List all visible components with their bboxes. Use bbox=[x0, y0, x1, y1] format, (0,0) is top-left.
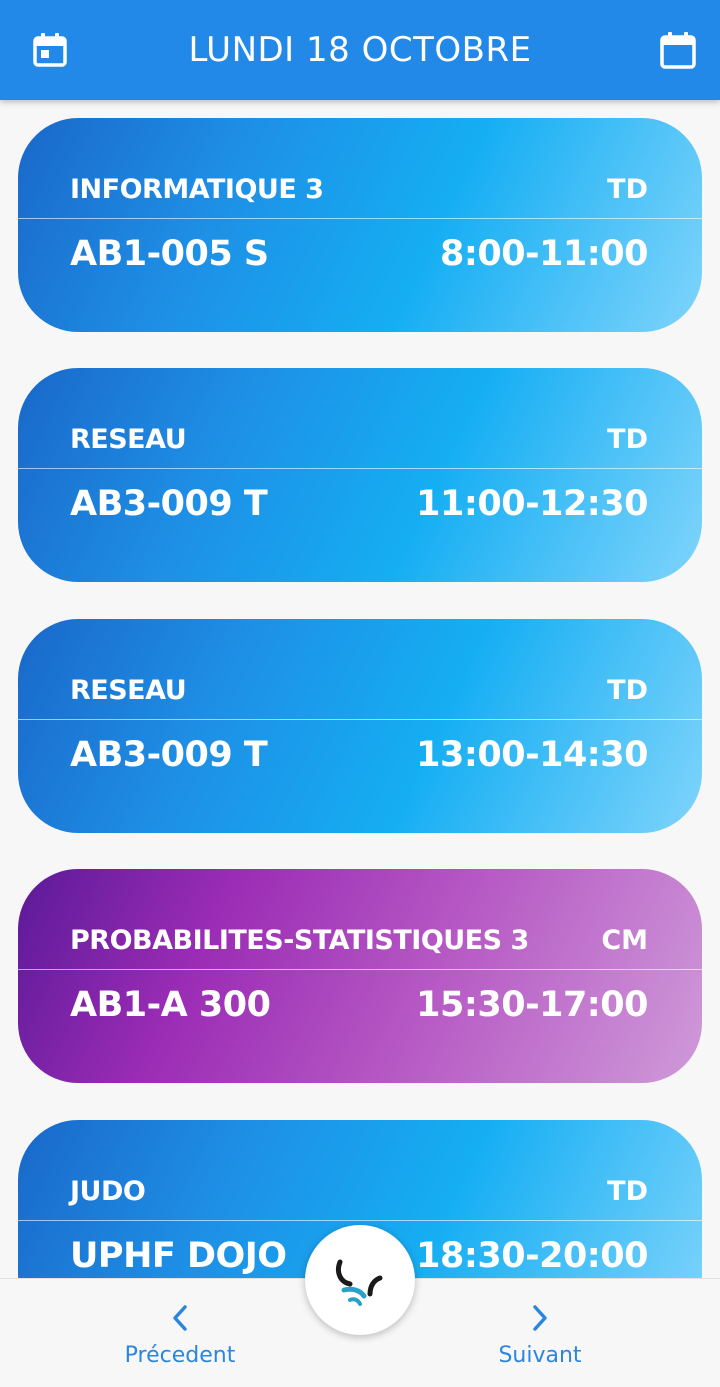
next-day-button[interactable]: Suivant bbox=[450, 1301, 630, 1381]
course-card[interactable]: RESEAU TD AB3-009 T 13:00-14:30 bbox=[18, 619, 702, 833]
course-type: TD bbox=[607, 424, 648, 455]
course-type: CM bbox=[601, 925, 648, 956]
card-divider bbox=[18, 1220, 702, 1221]
page-title: LUNDI 18 OCTOBRE bbox=[188, 30, 532, 70]
calendar-icon[interactable] bbox=[658, 30, 698, 70]
course-time: 8:00-11:00 bbox=[440, 234, 649, 274]
course-name: INFORMATIQUE 3 bbox=[70, 174, 324, 205]
course-room: UPHF DOJO bbox=[70, 1236, 287, 1276]
card-divider bbox=[18, 218, 702, 219]
card-divider bbox=[18, 969, 702, 970]
course-name: JUDO bbox=[70, 1176, 146, 1207]
course-card[interactable]: PROBABILITES-STATISTIQUES 3 CM AB1-A 300… bbox=[18, 869, 702, 1083]
course-type: TD bbox=[607, 675, 648, 706]
chevron-right-icon bbox=[533, 1305, 547, 1331]
course-room: AB1-A 300 bbox=[70, 985, 271, 1025]
course-time: 18:30-20:00 bbox=[416, 1236, 648, 1276]
previous-label: Précedent bbox=[124, 1343, 236, 1368]
course-name: RESEAU bbox=[70, 675, 187, 706]
course-time: 15:30-17:00 bbox=[416, 985, 648, 1025]
course-room: AB3-009 T bbox=[70, 735, 268, 775]
app-logo-icon bbox=[335, 1259, 383, 1306]
course-type: TD bbox=[607, 174, 648, 205]
course-card[interactable]: INFORMATIQUE 3 TD AB1-005 S 8:00-11:00 bbox=[18, 118, 702, 332]
course-room: AB1-005 S bbox=[70, 234, 269, 274]
course-time: 11:00-12:30 bbox=[416, 484, 648, 524]
course-type: TD bbox=[607, 1176, 648, 1207]
course-card[interactable]: RESEAU TD AB3-009 T 11:00-12:30 bbox=[18, 368, 702, 582]
previous-day-button[interactable]: Précedent bbox=[90, 1301, 270, 1381]
course-name: RESEAU bbox=[70, 424, 187, 455]
app-header: LUNDI 18 OCTOBRE bbox=[0, 0, 720, 100]
course-room: AB3-009 T bbox=[70, 484, 268, 524]
app-logo-button[interactable] bbox=[305, 1225, 415, 1335]
card-divider bbox=[18, 468, 702, 469]
chevron-left-icon bbox=[173, 1305, 187, 1331]
card-divider bbox=[18, 719, 702, 720]
course-time: 13:00-14:30 bbox=[416, 735, 648, 775]
course-name: PROBABILITES-STATISTIQUES 3 bbox=[70, 925, 529, 956]
next-label: Suivant bbox=[498, 1343, 582, 1368]
course-list[interactable]: INFORMATIQUE 3 TD AB1-005 S 8:00-11:00 R… bbox=[0, 100, 720, 1278]
